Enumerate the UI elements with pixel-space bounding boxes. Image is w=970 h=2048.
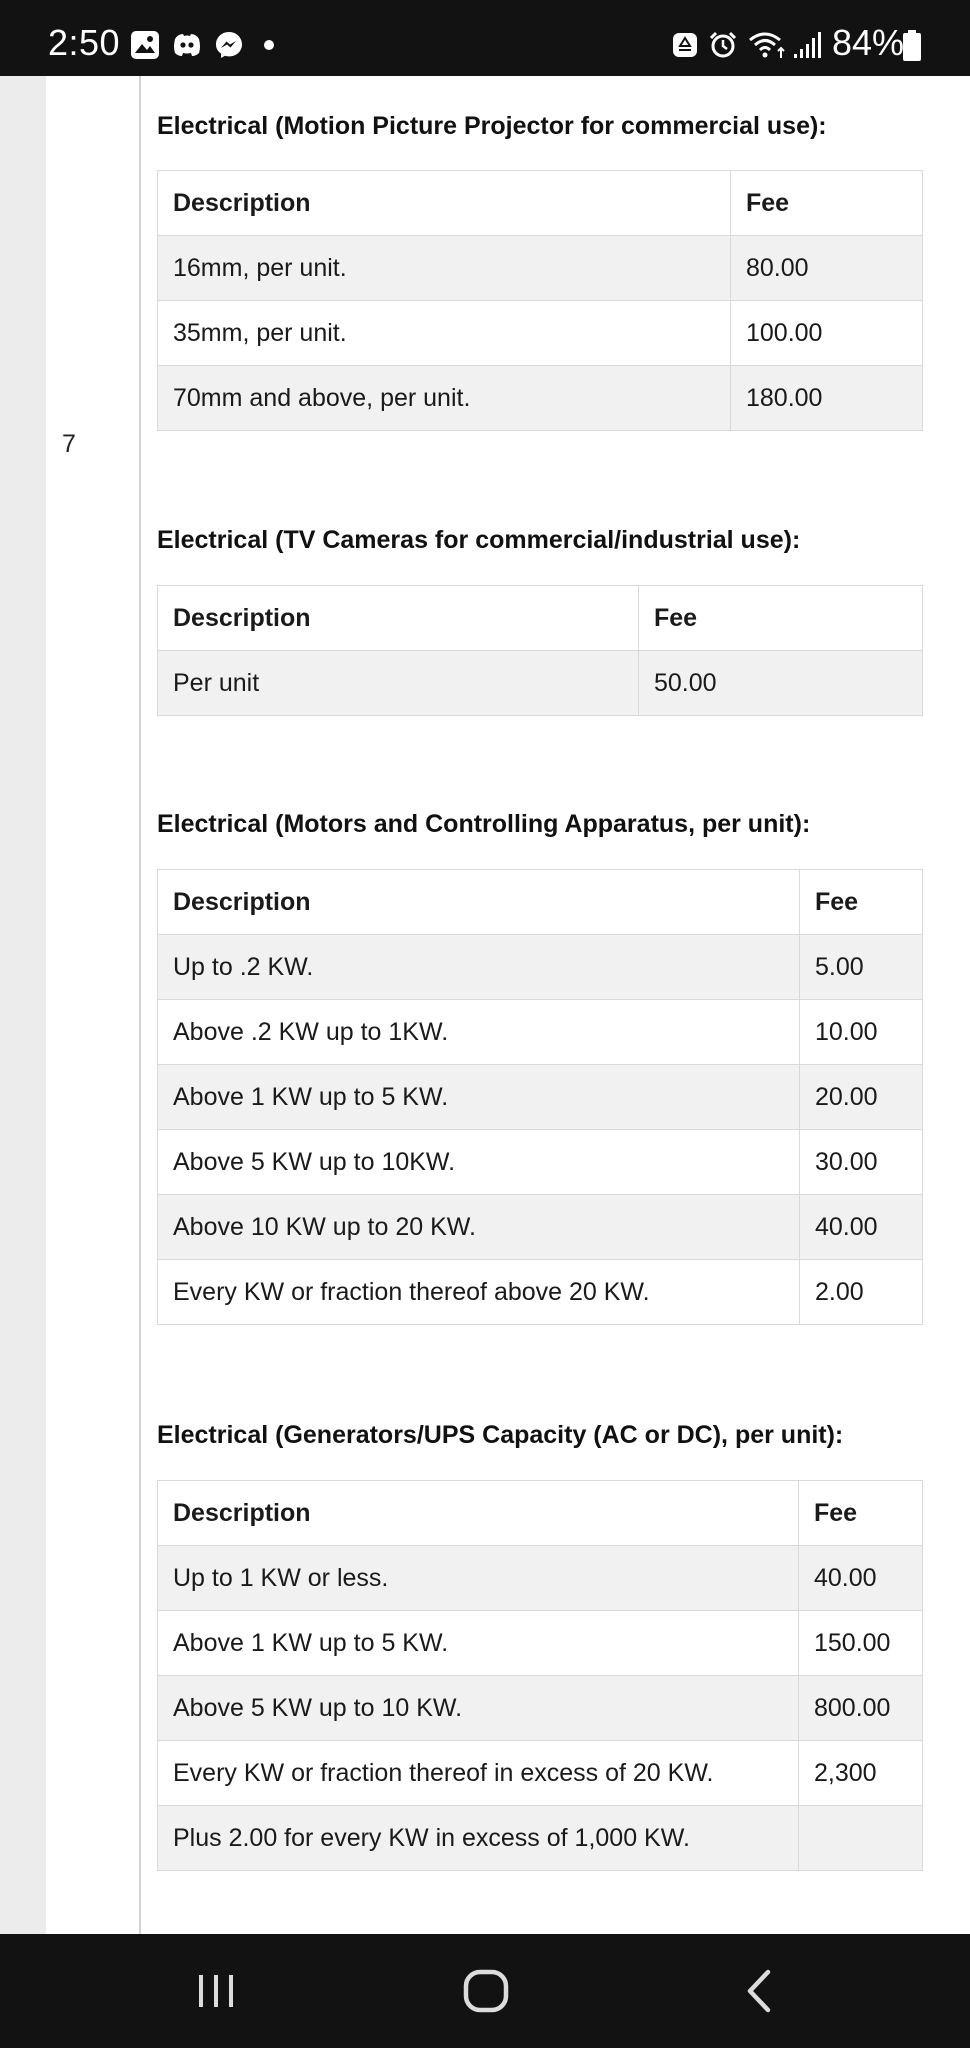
fee-cell: 2.00: [799, 1259, 923, 1325]
description-cell: Up to 1 KW or less.: [157, 1545, 799, 1611]
description-cell: 35mm, per unit.: [157, 300, 731, 366]
description-cell: Every KW or fraction thereof in excess o…: [157, 1740, 799, 1806]
table-row: Above 1 KW up to 5 KW. 20.00: [157, 1064, 923, 1130]
table-header-row: Description Fee: [157, 869, 923, 935]
table-row: 35mm, per unit. 100.00: [157, 300, 923, 366]
fee-cell: 800.00: [798, 1675, 923, 1741]
table-row: 70mm and above, per unit. 180.00: [157, 365, 923, 431]
fee-cell: 180.00: [730, 365, 923, 431]
fee-cell: [798, 1805, 923, 1871]
table-header-row: Description Fee: [157, 1480, 923, 1546]
status-time: 2:50: [48, 22, 121, 63]
fee-cell: 100.00: [730, 300, 923, 366]
alarm-icon: [709, 31, 737, 58]
column-header-description: Description: [157, 1480, 799, 1546]
navigation-bar: [0, 1934, 970, 2048]
messenger-icon: [216, 32, 242, 58]
table-row: Above 5 KW up to 10KW. 30.00: [157, 1129, 923, 1195]
recent-apps-icon[interactable]: [186, 1964, 246, 2018]
description-cell: Above 10 KW up to 20 KW.: [157, 1194, 800, 1260]
table-row: Above 10 KW up to 20 KW. 40.00: [157, 1194, 923, 1260]
wifi-icon: [749, 32, 785, 58]
row-number: 7: [62, 430, 76, 458]
description-cell: 70mm and above, per unit.: [157, 365, 731, 431]
fee-table: Description Fee Per unit 50.00: [157, 585, 923, 716]
description-cell: 16mm, per unit.: [157, 235, 731, 301]
left-gutter: [0, 76, 46, 1934]
table-row: Above .2 KW up to 1KW. 10.00: [157, 999, 923, 1065]
column-header-description: Description: [157, 869, 800, 935]
description-cell: Up to .2 KW.: [157, 934, 800, 1000]
discord-icon: [174, 34, 200, 56]
fee-cell: 40.00: [798, 1545, 923, 1611]
column-header-description: Description: [157, 585, 639, 651]
battery-icon: [903, 30, 921, 61]
fee-cell: 30.00: [799, 1129, 923, 1195]
fee-cell: 80.00: [730, 235, 923, 301]
column-header-fee: Fee: [798, 1480, 923, 1546]
fee-cell: 20.00: [799, 1064, 923, 1130]
signal-icon: [794, 32, 821, 58]
home-icon[interactable]: [456, 1964, 516, 2018]
description-cell: Plus 2.00 for every KW in excess of 1,00…: [157, 1805, 799, 1871]
table-header-row: Description Fee: [157, 170, 923, 236]
fee-cell: 50.00: [638, 650, 923, 716]
description-cell: Above 1 KW up to 5 KW.: [157, 1610, 799, 1676]
table-row: Every KW or fraction thereof in excess o…: [157, 1740, 923, 1806]
column-header-fee: Fee: [799, 869, 923, 935]
fee-cell: 40.00: [799, 1194, 923, 1260]
table-row: Up to 1 KW or less. 40.00: [157, 1545, 923, 1611]
table-row: Above 5 KW up to 10 KW. 800.00: [157, 1675, 923, 1741]
table-row: Up to .2 KW. 5.00: [157, 934, 923, 1000]
fee-cell: 2,300: [798, 1740, 923, 1806]
table-row: Plus 2.00 for every KW in excess of 1,00…: [157, 1805, 923, 1871]
column-header-fee: Fee: [730, 170, 923, 236]
column-header-description: Description: [157, 170, 731, 236]
gallery-icon: [131, 31, 159, 59]
description-cell: Per unit: [157, 650, 639, 716]
description-cell: Every KW or fraction thereof above 20 KW…: [157, 1259, 800, 1325]
status-bar: 2:50 84%: [0, 0, 970, 76]
fee-cell: 10.00: [799, 999, 923, 1065]
table-row: 16mm, per unit. 80.00: [157, 235, 923, 301]
fee-table: Description Fee 16mm, per unit. 80.00 35…: [157, 170, 923, 431]
battery-percent: 84%: [832, 22, 905, 63]
description-cell: Above 5 KW up to 10 KW.: [157, 1675, 799, 1741]
table-row: Every KW or fraction thereof above 20 KW…: [157, 1259, 923, 1325]
section-heading: Electrical (Generators/UPS Capacity (AC …: [157, 1421, 844, 1449]
fee-table: Description Fee Up to .2 KW. 5.00 Above …: [157, 869, 923, 1325]
recycle-icon: [673, 33, 697, 57]
section-heading: Electrical (Motors and Controlling Appar…: [157, 810, 811, 838]
row-number-column: [46, 76, 141, 1934]
notification-dot: [264, 40, 274, 50]
description-cell: Above .2 KW up to 1KW.: [157, 999, 800, 1065]
table-header-row: Description Fee: [157, 585, 923, 651]
description-cell: Above 1 KW up to 5 KW.: [157, 1064, 800, 1130]
table-row: Per unit 50.00: [157, 650, 923, 716]
fee-cell: 150.00: [798, 1610, 923, 1676]
fee-table: Description Fee Up to 1 KW or less. 40.0…: [157, 1480, 923, 1871]
section-heading: Electrical (Motion Picture Projector for…: [157, 112, 827, 140]
table-row: Above 1 KW up to 5 KW. 150.00: [157, 1610, 923, 1676]
section-heading: Electrical (TV Cameras for commercial/in…: [157, 526, 801, 554]
back-icon[interactable]: [730, 1964, 790, 2018]
description-cell: Above 5 KW up to 10KW.: [157, 1129, 800, 1195]
fee-cell: 5.00: [799, 934, 923, 1000]
column-header-fee: Fee: [638, 585, 923, 651]
